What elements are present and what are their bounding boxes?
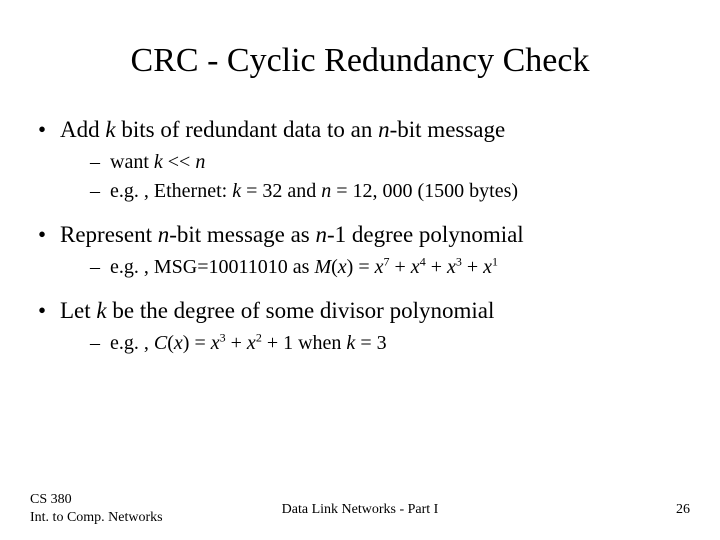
slide-body: Add k bits of redundant data to an n-bit… — [0, 90, 720, 357]
text: -bit message as — [169, 222, 315, 247]
var-x: x — [483, 256, 492, 278]
text: -1 degree polynomial — [327, 222, 524, 247]
text: = — [189, 332, 210, 354]
text: = 3 — [355, 332, 386, 354]
var-k: k — [105, 117, 115, 142]
var-k: k — [232, 180, 241, 202]
text: + — [462, 256, 483, 278]
text: = 12, 000 (1500 bytes) — [331, 180, 518, 202]
var-x: x — [247, 332, 256, 354]
var-n: n — [315, 222, 327, 247]
sub-list: want k << n e.g. , Ethernet: k = 32 and … — [60, 149, 686, 205]
text: + — [426, 256, 447, 278]
var-x: x — [174, 332, 183, 354]
text: + — [226, 332, 247, 354]
var-x: x — [411, 256, 420, 278]
text: -bit message — [390, 117, 506, 142]
var-n: n — [195, 151, 205, 173]
sub-list: e.g. , C(x) = x3 + x2 + 1 when k = 3 — [60, 330, 686, 357]
page-number: 26 — [676, 502, 690, 518]
bullet-3-sub-1: e.g. , C(x) = x3 + x2 + 1 when k = 3 — [90, 330, 686, 357]
var-k: k — [346, 332, 355, 354]
sub-list: e.g. , MSG=10011010 as M(x) = x7 + x4 + … — [60, 254, 686, 281]
bullet-1-sub-2: e.g. , Ethernet: k = 32 and n = 12, 000 … — [90, 178, 686, 205]
bullet-2: Represent n-bit message as n-1 degree po… — [34, 219, 686, 281]
var-M: M — [314, 256, 331, 278]
text: want — [110, 151, 154, 173]
text: Represent — [60, 222, 158, 247]
text: + — [390, 256, 411, 278]
bullet-3: Let k be the degree of some divisor poly… — [34, 295, 686, 357]
var-x: x — [338, 256, 347, 278]
var-x: x — [375, 256, 384, 278]
text: << — [163, 151, 196, 173]
text: bits of redundant data to an — [116, 117, 379, 142]
bullet-2-sub-1: e.g. , MSG=10011010 as M(x) = x7 + x4 + … — [90, 254, 686, 281]
var-x: x — [447, 256, 456, 278]
text: be the degree of some divisor polynomial — [107, 298, 495, 323]
footer-center: Data Link Networks - Part I — [0, 502, 720, 518]
slide-title: CRC - Cyclic Redundancy Check — [0, 0, 720, 90]
text: = 32 and — [241, 180, 321, 202]
var-k: k — [96, 298, 106, 323]
var-n: n — [321, 180, 331, 202]
bullet-1-sub-1: want k << n — [90, 149, 686, 176]
text: e.g. , MSG=10011010 as — [110, 256, 314, 278]
bullet-list: Add k bits of redundant data to an n-bit… — [34, 114, 686, 357]
slide: CRC - Cyclic Redundancy Check Add k bits… — [0, 0, 720, 540]
var-C: C — [154, 332, 167, 354]
text: ( — [331, 256, 338, 278]
text: = — [353, 256, 374, 278]
var-n: n — [378, 117, 390, 142]
bullet-1: Add k bits of redundant data to an n-bit… — [34, 114, 686, 205]
text: Add — [60, 117, 105, 142]
text: ( — [167, 332, 174, 354]
text: when — [293, 332, 346, 354]
text: e.g. , — [110, 332, 154, 354]
var-k: k — [154, 151, 163, 173]
text: 1 — [283, 332, 293, 354]
var-x: x — [211, 332, 220, 354]
text: + — [262, 332, 283, 354]
text: Let — [60, 298, 96, 323]
text: e.g. , Ethernet: — [110, 180, 232, 202]
exp: 1 — [492, 254, 498, 268]
var-n: n — [158, 222, 170, 247]
